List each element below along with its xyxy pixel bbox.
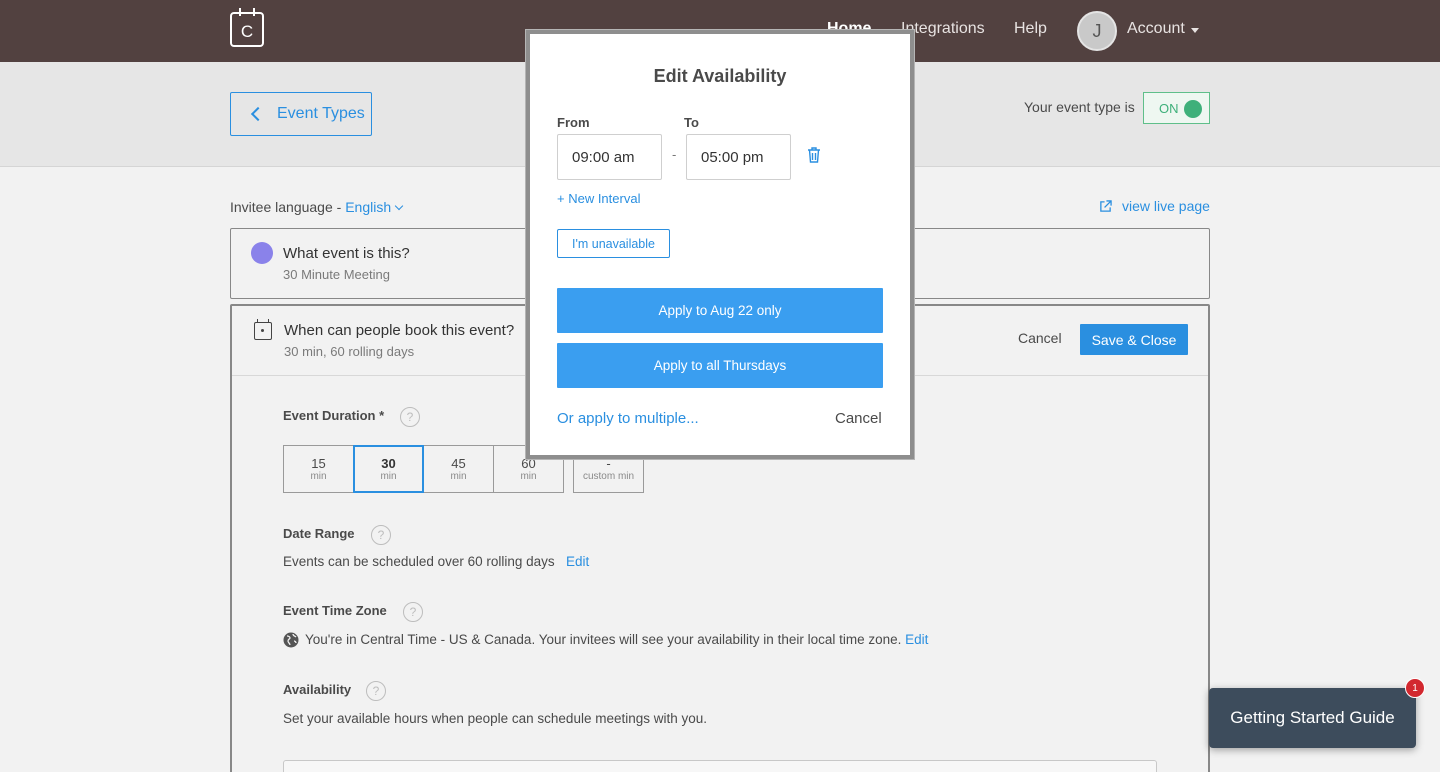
to-time-input[interactable]: 05:00 pm [686,134,791,180]
calendar-logo-icon[interactable]: C [230,8,264,47]
cancel-link[interactable]: Cancel [1018,330,1062,346]
invitee-language: Invitee language - English [230,199,404,215]
back-button-label: Event Types [277,105,365,122]
globe-icon [283,632,299,648]
apply-to-date-button[interactable]: Apply to Aug 22 only [557,288,883,333]
from-label: From [557,115,590,130]
apply-to-multiple-link[interactable]: Or apply to multiple... [557,410,699,427]
notification-badge: 1 [1405,678,1425,698]
date-range-text: Events can be scheduled over 60 rolling … [283,554,590,569]
time-zone-text: You're in Central Time - US & Canada. Yo… [305,632,929,647]
back-to-event-types-button[interactable]: Event Types [230,92,372,136]
external-link-icon [1100,199,1112,212]
chevron-left-icon [250,106,266,122]
duration-option-30[interactable]: 30 min [353,445,424,493]
event-on-toggle[interactable]: ON [1143,92,1210,124]
new-interval-link[interactable]: + New Interval [557,191,640,206]
interval-dash: - [672,147,677,162]
help-icon[interactable]: ? [400,407,420,427]
duration-option-45[interactable]: 45 min [423,445,494,493]
modal-title: Edit Availability [653,66,787,86]
unavailable-button[interactable]: I'm unavailable [557,229,670,258]
time-zone-edit-link[interactable]: Edit [905,632,928,647]
caret-down-icon[interactable] [1191,28,1199,33]
toggle-label: ON [1159,100,1179,116]
account-menu[interactable]: Account [1127,20,1185,38]
event-duration-title: Event Duration * [283,408,385,423]
date-range-edit-link[interactable]: Edit [566,554,589,569]
availability-text: Set your available hours when people can… [283,711,708,726]
availability-calendar[interactable] [283,760,1157,772]
booking-card-subtitle: 30 min, 60 rolling days [284,344,415,359]
help-icon[interactable]: ? [371,525,391,545]
availability-title: Availability [283,682,352,697]
save-and-close-button[interactable]: Save & Close [1080,324,1188,355]
nav-help-link[interactable]: Help [1014,20,1047,38]
from-time-input[interactable]: 09:00 am [557,134,662,180]
calendar-icon [254,319,272,340]
language-prefix: Invitee language - [230,199,346,215]
toggle-knob [1184,100,1202,118]
view-live-page-label: view live page [1122,198,1210,214]
modal-cancel-button[interactable]: Cancel [835,410,882,427]
help-icon[interactable]: ? [403,602,423,622]
time-zone-title: Event Time Zone [283,603,387,618]
trash-icon[interactable] [807,147,821,163]
help-icon[interactable]: ? [366,681,386,701]
booking-card-title: When can people book this event? [284,322,515,339]
event-card-title: What event is this? [283,245,410,262]
view-live-page-link[interactable]: view live page [1099,198,1210,214]
language-select[interactable]: English [345,199,391,215]
chevron-down-icon[interactable] [394,201,404,211]
event-card-subtitle: 30 Minute Meeting [283,267,390,282]
to-label: To [684,115,699,130]
avatar[interactable]: J [1077,11,1117,51]
edit-availability-modal: Edit Availability From To 09:00 am - 05:… [526,30,914,459]
apply-to-weekday-button[interactable]: Apply to all Thursdays [557,343,883,388]
event-color-dot [251,242,273,264]
getting-started-guide-button[interactable]: Getting Started Guide [1209,688,1416,748]
date-range-title: Date Range [283,526,355,541]
duration-option-15[interactable]: 15 min [283,445,354,493]
event-status-label: Your event type is [1024,99,1135,115]
